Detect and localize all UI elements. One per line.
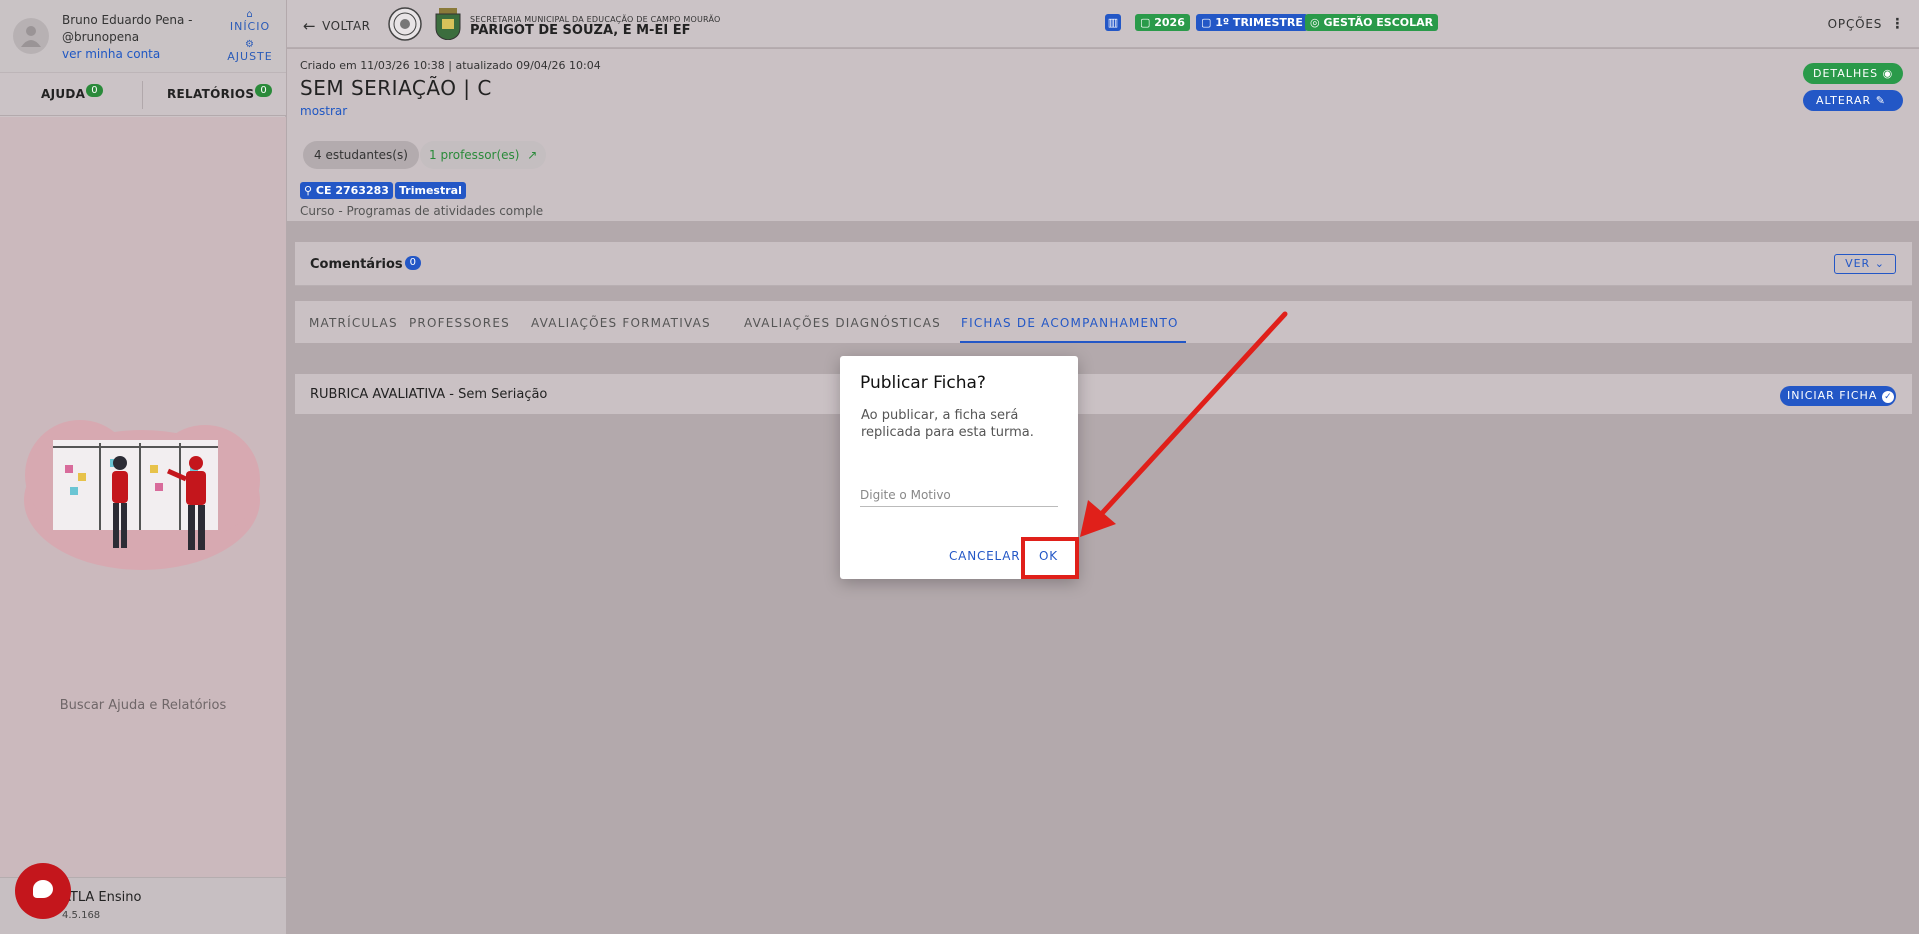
tab-avaliacoes-formativas[interactable]: AVALIAÇÕES FORMATIVAS bbox=[531, 316, 711, 330]
tab-ajuda-label: AJUDA bbox=[41, 87, 86, 101]
app-version: 4.5.168 bbox=[62, 910, 101, 921]
start-ficha-label: INICIAR FICHA bbox=[1787, 389, 1878, 402]
show-more-link[interactable]: mostrar bbox=[300, 104, 347, 118]
lock-icon: ⚲ bbox=[304, 184, 313, 197]
tab-professores[interactable]: PROFESSORES bbox=[409, 316, 510, 330]
details-label: DETALHES bbox=[1813, 67, 1879, 80]
chevron-down-icon: ⌄ bbox=[1874, 257, 1885, 270]
account-link[interactable]: ver minha conta bbox=[62, 47, 160, 61]
rubric-label: RUBRICA AVALIATIVA - Sem Seriação bbox=[310, 387, 548, 402]
created-timestamp: Criado em 11/03/26 10:38 | atualizado 09… bbox=[300, 59, 601, 72]
bar-chart-icon: ▥ bbox=[1107, 16, 1119, 29]
top-header: ← VOLTAR SECRETARIA MUNICIPAL DA EDUCAÇÃO… bbox=[287, 0, 1919, 48]
tab-relatorios[interactable]: RELATÓRIOS 0 bbox=[167, 84, 273, 101]
settings-label: AJUSTE bbox=[227, 50, 273, 63]
ver-label: VER bbox=[1845, 257, 1871, 270]
tab-ajuda-count: 0 bbox=[86, 84, 103, 97]
user-panel: Bruno Eduardo Pena - @brunopena ver minh… bbox=[0, 0, 286, 72]
comments-count: 0 bbox=[404, 256, 421, 270]
alter-label: ALTERAR bbox=[1816, 94, 1872, 107]
class-info-panel: Criado em 11/03/26 10:38 | atualizado 09… bbox=[287, 49, 1919, 221]
tab-relatorios-count: 0 bbox=[255, 84, 273, 97]
options-label: OPÇÕES bbox=[1827, 17, 1883, 31]
back-label: VOLTAR bbox=[322, 19, 371, 33]
arrow-left-icon: ← bbox=[303, 17, 317, 35]
options-menu[interactable]: OPÇÕES ⋮ bbox=[1828, 16, 1905, 32]
cancel-button[interactable]: CANCELAR bbox=[949, 549, 1020, 563]
term-chip[interactable]: ▢ 1º TRIMESTRE bbox=[1196, 14, 1308, 31]
professors-label: 1 professor(es) bbox=[429, 148, 520, 162]
dialog-title: Publicar Ficha? bbox=[860, 373, 986, 393]
annotation-arrow-icon bbox=[1080, 311, 1288, 537]
tab-matriculas[interactable]: MATRÍCULAS bbox=[309, 316, 398, 330]
comments-title: Comentários 0 bbox=[310, 256, 421, 273]
professors-pill[interactable]: 1 professor(es) ↗ bbox=[420, 141, 547, 169]
check-circle-icon: ◎ bbox=[1310, 16, 1320, 29]
divider bbox=[142, 81, 143, 109]
course-label: Curso - Programas de atividades comple bbox=[300, 204, 544, 218]
gear-icon: ⚙ bbox=[245, 39, 255, 50]
avatar[interactable] bbox=[13, 18, 49, 54]
chat-icon bbox=[33, 880, 53, 898]
municipal-seal-icon bbox=[388, 7, 422, 41]
edit-icon: ✎ bbox=[1875, 94, 1886, 107]
year-chip[interactable]: ▢ 2026 bbox=[1135, 14, 1190, 31]
mode-chip[interactable]: ◎ GESTÃO ESCOLAR bbox=[1305, 14, 1439, 31]
help-illustration bbox=[24, 420, 260, 570]
school-name: PARIGOT DE SOUZA, E M-EI EF bbox=[470, 23, 691, 38]
term-label: 1º TRIMESTRE bbox=[1215, 16, 1303, 29]
sidebar-body: Buscar Ajuda e Relatórios bbox=[0, 117, 286, 877]
eye-off-icon: ◉ bbox=[1882, 67, 1894, 80]
ce-tag: ⚲ CE 2763283 bbox=[300, 182, 393, 199]
more-vertical-icon: ⋮ bbox=[1890, 16, 1905, 32]
alter-button[interactable]: ALTERAR ✎ bbox=[1803, 90, 1903, 111]
home-label: INÍCIO bbox=[229, 20, 271, 33]
ver-comments-button[interactable]: VER ⌄ bbox=[1834, 254, 1896, 274]
details-button[interactable]: DETALHES ◉ bbox=[1803, 63, 1903, 84]
calendar-icon: ▢ bbox=[1140, 16, 1151, 29]
user-icon bbox=[21, 26, 41, 47]
city-crest-icon bbox=[435, 8, 461, 40]
chat-button[interactable] bbox=[15, 863, 71, 919]
app-name: ATLA Ensino bbox=[62, 890, 142, 905]
reason-input[interactable] bbox=[860, 483, 1058, 507]
page-title: SEM SERIAÇÃO | C bbox=[300, 76, 492, 100]
tab-ajuda[interactable]: AJUDA 0 bbox=[41, 84, 103, 101]
tab-avaliacoes-diagnosticas[interactable]: AVALIAÇÕES DIAGNÓSTICAS bbox=[744, 316, 941, 330]
sidebar-tabs: AJUDA 0 RELATÓRIOS 0 bbox=[0, 72, 286, 116]
ce-label: CE 2763283 bbox=[315, 184, 389, 197]
period-tag: Trimestral bbox=[395, 182, 466, 199]
back-button[interactable]: ← VOLTAR bbox=[303, 16, 371, 35]
start-ficha-button[interactable]: INICIAR FICHA ✓ bbox=[1780, 386, 1896, 406]
year-label: 2026 bbox=[1154, 16, 1185, 29]
sidebar: Bruno Eduardo Pena - @brunopena ver minh… bbox=[0, 0, 286, 934]
mode-label: GESTÃO ESCOLAR bbox=[1323, 16, 1434, 29]
home-button[interactable]: ⌂ INÍCIO bbox=[222, 9, 278, 34]
user-name: Bruno Eduardo Pena - @brunopena bbox=[62, 13, 193, 44]
dialog-message: Ao publicar, a ficha será replicada para… bbox=[861, 408, 1034, 440]
students-pill[interactable]: 4 estudantes(s) bbox=[303, 141, 419, 169]
home-icon: ⌂ bbox=[246, 9, 254, 20]
external-link-icon: ↗ bbox=[527, 148, 538, 162]
settings-button[interactable]: ⚙ AJUSTE bbox=[222, 39, 278, 64]
stats-button[interactable]: ▥ bbox=[1105, 14, 1121, 31]
comments-panel: Comentários 0 VER ⌄ bbox=[295, 242, 1912, 286]
check-icon: ✓ bbox=[1882, 391, 1895, 403]
comments-label: Comentários bbox=[310, 257, 403, 272]
help-text: Buscar Ajuda e Relatórios bbox=[59, 698, 227, 713]
tab-relatorios-label: RELATÓRIOS bbox=[167, 87, 255, 101]
calendar-icon: ▢ bbox=[1201, 16, 1212, 29]
